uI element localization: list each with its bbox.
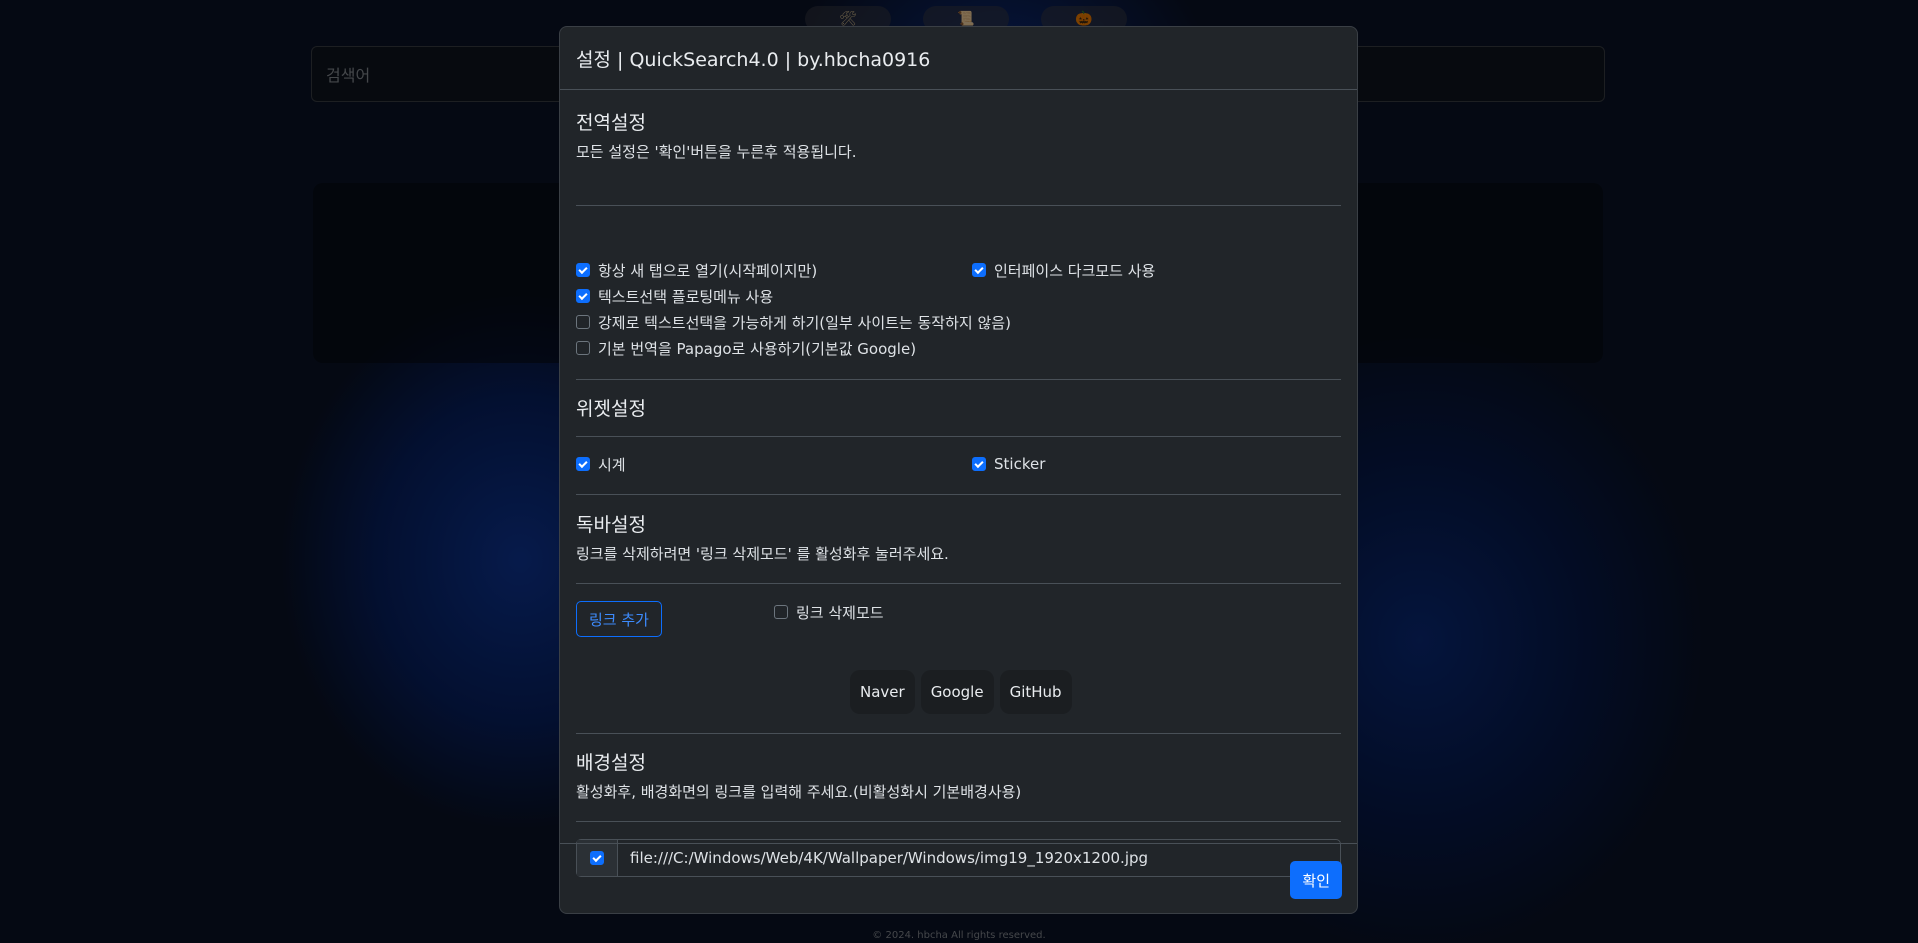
dock-desc: 링크를 삭제하려면 '링크 삭제모드' 를 활성화후 눌러주세요.	[576, 545, 949, 563]
option-delete-mode[interactable]: 링크 삭제모드	[774, 599, 884, 625]
checkbox-papago[interactable]	[576, 341, 590, 355]
option-floating-menu[interactable]: 텍스트선택 플로팅메뉴 사용	[576, 283, 773, 309]
divider	[576, 733, 1341, 734]
divider	[576, 379, 1341, 380]
divider	[576, 583, 1341, 584]
option-dark-mode[interactable]: 인터페이스 다크모드 사용	[972, 257, 1155, 283]
option-label: 인터페이스 다크모드 사용	[994, 261, 1156, 280]
widget-title: 위젯설정	[576, 398, 646, 420]
option-clock[interactable]: 시계	[576, 451, 626, 477]
option-label: 강제로 텍스트선택을 가능하게 하기(일부 사이트는 동작하지 않음)	[598, 313, 1011, 332]
checkbox-new-tab[interactable]	[576, 263, 590, 277]
modal-header: 설정 | QuickSearch4.0 | by.hbcha0916	[560, 27, 1357, 90]
divider	[576, 494, 1341, 495]
dock-link-google[interactable]: Google	[920, 670, 994, 714]
confirm-button[interactable]: 확인	[1290, 861, 1342, 899]
divider	[576, 436, 1341, 437]
background-desc: 활성화후, 배경화면의 링크를 입력해 주세요.(비활성화시 기본배경사용)	[576, 783, 1022, 801]
checkbox-sticker[interactable]	[972, 457, 986, 471]
checkbox-force-select[interactable]	[576, 315, 590, 329]
background-title: 배경설정	[576, 752, 646, 774]
checkbox-floating-menu[interactable]	[576, 289, 590, 303]
option-force-select[interactable]: 강제로 텍스트선택을 가능하게 하기(일부 사이트는 동작하지 않음)	[576, 309, 1011, 335]
global-section: 전역설정 모든 설정은 '확인'버튼을 누른후 적용됩니다.	[576, 108, 857, 162]
dock-links: Naver Google GitHub	[850, 670, 1072, 714]
modal-footer: 확인	[560, 843, 1357, 913]
checkbox-dark-mode[interactable]	[972, 263, 986, 277]
option-sticker[interactable]: Sticker	[972, 451, 1045, 477]
background-section: 배경설정 활성화후, 배경화면의 링크를 입력해 주세요.(비활성화시 기본배경…	[576, 748, 1021, 802]
option-label: 시계	[598, 455, 626, 474]
dock-section: 독바설정 링크를 삭제하려면 '링크 삭제모드' 를 활성화후 눌러주세요.	[576, 510, 949, 564]
dock-link-github[interactable]: GitHub	[999, 670, 1072, 714]
checkbox-clock[interactable]	[576, 457, 590, 471]
option-label: 텍스트선택 플로팅메뉴 사용	[598, 287, 774, 306]
option-label: 항상 새 탭으로 열기(시작페이지만)	[598, 261, 818, 280]
global-title: 전역설정	[576, 112, 646, 134]
divider	[576, 205, 1341, 206]
dock-title: 독바설정	[576, 514, 646, 536]
option-papago[interactable]: 기본 번역을 Papago로 사용하기(기본값 Google)	[576, 335, 916, 361]
dock-link-naver[interactable]: Naver	[850, 670, 915, 714]
option-label: 기본 번역을 Papago로 사용하기(기본값 Google)	[598, 339, 917, 358]
settings-modal: 설정 | QuickSearch4.0 | by.hbcha0916 전역설정 …	[559, 26, 1358, 914]
global-desc: 모든 설정은 '확인'버튼을 누른후 적용됩니다.	[576, 143, 857, 161]
add-link-button[interactable]: 링크 추가	[576, 601, 662, 637]
option-label: Sticker	[994, 455, 1046, 473]
divider	[576, 821, 1341, 822]
checkbox-delete-mode[interactable]	[774, 605, 788, 619]
option-new-tab[interactable]: 항상 새 탭으로 열기(시작페이지만)	[576, 257, 817, 283]
option-label: 링크 삭제모드	[796, 603, 884, 622]
modal-title: 설정 | QuickSearch4.0 | by.hbcha0916	[576, 48, 931, 71]
